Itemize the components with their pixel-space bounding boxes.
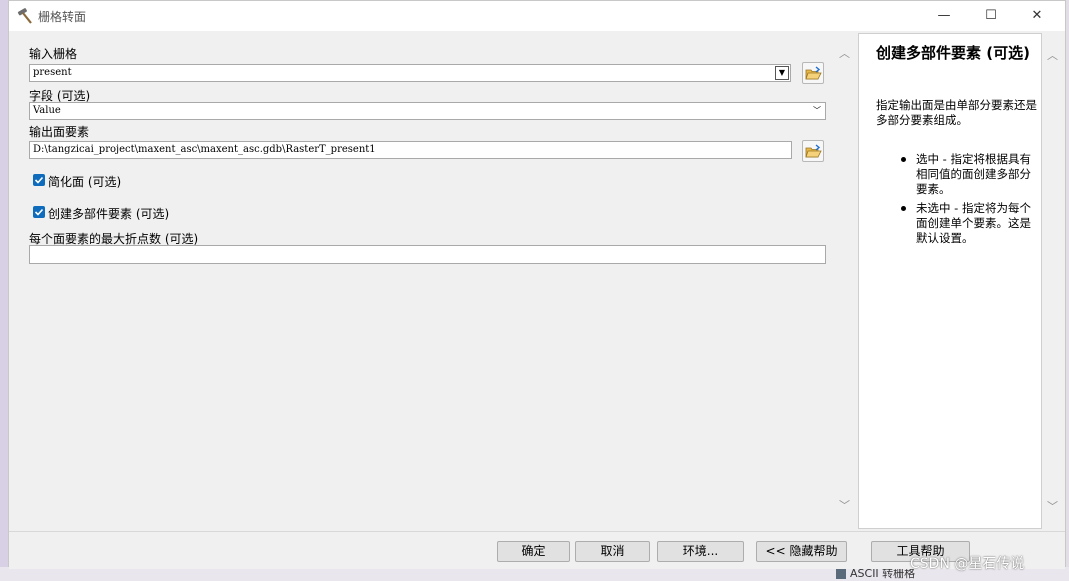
chevron-up-icon[interactable]: ︿ — [839, 45, 850, 61]
chevron-down-icon[interactable]: ﹀ — [1047, 498, 1058, 514]
hide-help-button[interactable]: << 隐藏帮助 — [756, 541, 847, 562]
maximize-button[interactable]: ☐ — [968, 1, 1014, 31]
simplify-checkbox[interactable] — [33, 174, 45, 186]
input-raster-value: present — [33, 67, 72, 78]
input-raster-label: 输入栅格 — [29, 47, 78, 61]
parameters-panel: 输入栅格 present ▼ 字段 (可选) Value ﹀ 输出面要素 D:\… — [9, 32, 855, 529]
checkmark-icon — [34, 176, 44, 184]
output-features-input[interactable]: D:\tangzicai_project\maxent_asc\maxent_a… — [29, 141, 792, 159]
help-item-text: 未选中 - 指定将为每个面创建单个要素。这是默认设置。 — [916, 201, 1031, 245]
bullet-icon — [901, 157, 906, 162]
field-value: Value — [33, 105, 61, 116]
watermark: CSDN @星石传说 — [910, 556, 1025, 572]
window-title: 栅格转面 — [38, 10, 87, 24]
raster-tool-icon — [836, 569, 846, 579]
multipart-checkbox[interactable] — [33, 206, 45, 218]
chevron-down-icon[interactable]: ▼ — [775, 66, 789, 80]
parameters-scrollbar[interactable]: ︿ ﹀ — [836, 32, 855, 529]
simplify-label: 简化面 (可选) — [48, 175, 122, 189]
field-select[interactable]: Value ﹀ — [29, 102, 826, 120]
help-list-item: 未选中 - 指定将为每个面创建单个要素。这是默认设置。 — [876, 201, 1040, 246]
bullet-icon — [901, 206, 906, 211]
help-list: 选中 - 指定将根据具有相同值的面创建多部分要素。 未选中 - 指定将为每个面创… — [876, 152, 1040, 250]
background-tab[interactable]: ASCII 转栅格 — [836, 567, 915, 581]
multipart-label: 创建多部件要素 (可选) — [48, 207, 170, 221]
close-button[interactable]: ✕ — [1014, 1, 1060, 31]
desktop-background — [0, 0, 8, 581]
help-scrollbar[interactable]: ︿ ﹀ — [1042, 33, 1062, 529]
output-features-label: 输出面要素 — [29, 125, 90, 139]
title-bar[interactable]: 栅格转面 — ☐ ✕ — [9, 1, 1065, 31]
cancel-button[interactable]: 取消 — [575, 541, 650, 562]
help-description: 指定输出面是由单部分要素还是多部分要素组成。 — [876, 98, 1037, 127]
input-raster-browse-button[interactable] — [802, 62, 824, 84]
ok-button[interactable]: 确定 — [497, 541, 570, 562]
minimize-button[interactable]: — — [921, 1, 967, 31]
help-panel: 创建多部件要素 (可选) 指定输出面是由单部分要素还是多部分要素组成。 选中 -… — [858, 33, 1042, 529]
environments-button[interactable]: 环境... — [657, 541, 744, 562]
chevron-down-icon[interactable]: ﹀ — [839, 497, 850, 513]
checkmark-icon — [34, 208, 44, 216]
open-folder-icon — [805, 66, 822, 80]
dialog-footer: 确定 取消 环境... << 隐藏帮助 工具帮助 — [9, 531, 1065, 569]
raster-to-polygon-dialog: 栅格转面 — ☐ ✕ 输入栅格 present ▼ 字段 (可选) Value … — [8, 0, 1066, 569]
background-taskbar: ASCII 转栅格 — [0, 567, 1069, 581]
hammer-icon — [17, 8, 32, 24]
chevron-down-icon[interactable]: ﹀ — [810, 104, 824, 118]
help-list-item: 选中 - 指定将根据具有相同值的面创建多部分要素。 — [876, 152, 1040, 197]
help-item-text: 选中 - 指定将根据具有相同值的面创建多部分要素。 — [916, 152, 1031, 196]
open-folder-icon — [805, 144, 822, 158]
output-features-value: D:\tangzicai_project\maxent_asc\maxent_a… — [33, 144, 376, 155]
help-title: 创建多部件要素 (可选) — [876, 44, 1030, 62]
output-features-browse-button[interactable] — [802, 140, 824, 162]
input-raster-combobox[interactable]: present ▼ — [29, 64, 791, 82]
max-vertices-input[interactable] — [29, 245, 826, 264]
chevron-up-icon[interactable]: ︿ — [1047, 47, 1058, 63]
